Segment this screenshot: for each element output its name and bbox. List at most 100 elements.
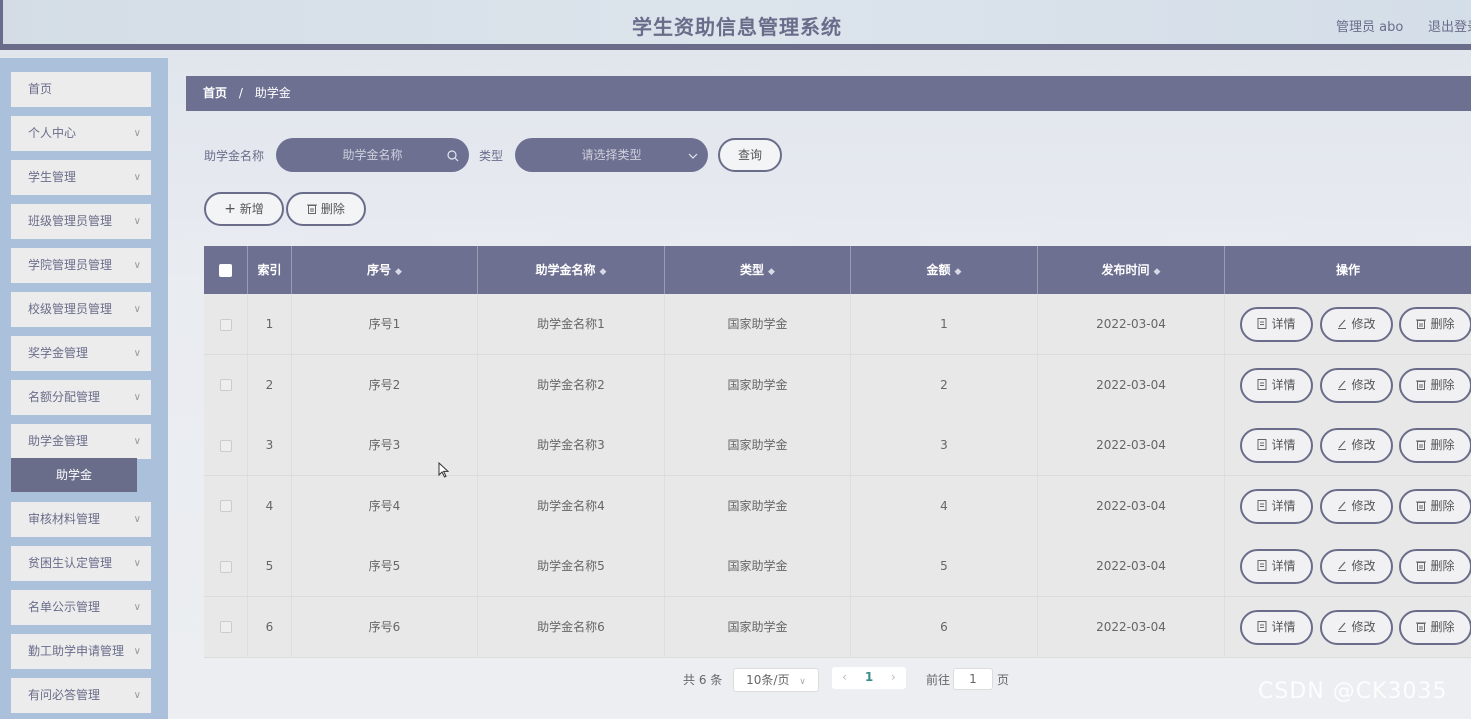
chevron-down-icon: ∨ xyxy=(133,558,141,569)
document-icon xyxy=(1257,317,1267,331)
sidebar-item[interactable]: 助学金管理 ∨ xyxy=(11,424,151,459)
breadcrumb-current: 助学金 xyxy=(254,86,291,100)
row-checkbox[interactable] xyxy=(219,560,232,573)
col-amount[interactable]: 金额 ◆ xyxy=(851,246,1038,294)
cell-amount: 2 xyxy=(851,354,1038,415)
delete-button[interactable]: 删除 xyxy=(1399,549,1471,584)
delete-button[interactable]: 删除 xyxy=(1399,609,1471,645)
edit-button[interactable]: 修改 xyxy=(1320,307,1393,342)
col-name[interactable]: 助学金名称 ◆ xyxy=(478,246,665,294)
edit-button[interactable]: 修改 xyxy=(1320,428,1393,463)
detail-button[interactable]: 详情 xyxy=(1240,488,1313,524)
goto-suffix: 页 xyxy=(997,673,1010,687)
col-index: 索引 xyxy=(248,246,292,294)
cell-seq: 序号6 xyxy=(292,596,478,657)
chevron-down-icon: ∨ xyxy=(133,216,141,227)
prev-page-icon[interactable]: ‹ xyxy=(842,670,847,684)
sidebar-item[interactable]: 名额分配管理 ∨ xyxy=(11,380,151,415)
delete-button-label: 删除 xyxy=(1430,377,1455,392)
sidebar-item-label: 助学金管理 xyxy=(28,434,89,448)
sidebar-item[interactable]: 学生管理 ∨ xyxy=(11,160,151,195)
chevron-down-icon: ∨ xyxy=(133,436,141,447)
breadcrumb-home[interactable]: 首页 xyxy=(203,86,227,100)
sidebar-item[interactable]: 勤工助学申请管理 ∨ xyxy=(11,634,151,669)
sidebar-item[interactable]: 审核材料管理 ∨ xyxy=(11,502,151,537)
current-user: 管理员 abo xyxy=(1336,20,1404,35)
name-search-label: 助学金名称 xyxy=(204,149,265,163)
sidebar-item-label: 奖学金管理 xyxy=(28,346,89,360)
batch-delete-button[interactable]: 删除 xyxy=(286,192,366,226)
edit-button[interactable]: 修改 xyxy=(1320,367,1393,403)
sidebar-item[interactable]: 首页 xyxy=(11,72,151,107)
edit-button-label: 修改 xyxy=(1351,559,1376,573)
sidebar-subitem-active[interactable]: 助学金 xyxy=(11,458,137,492)
sidebar-item[interactable]: 校级管理员管理 ∨ xyxy=(11,292,151,327)
table-row: 6 序号6 助学金名称6 国家助学金 6 2022-03-04 详情 修改 删除 xyxy=(204,596,1471,658)
col-type[interactable]: 类型 ◆ xyxy=(665,246,851,294)
sidebar-item[interactable]: 学院管理员管理 ∨ xyxy=(11,248,151,283)
type-select-label: 类型 xyxy=(479,149,504,163)
detail-button[interactable]: 详情 xyxy=(1240,609,1313,645)
row-checkbox[interactable] xyxy=(219,439,232,452)
col-type-label: 类型 xyxy=(740,263,765,277)
query-button[interactable]: 查询 xyxy=(718,138,782,172)
edit-button[interactable]: 修改 xyxy=(1320,609,1393,645)
trash-icon xyxy=(1416,499,1427,513)
detail-button[interactable]: 详情 xyxy=(1240,549,1313,584)
detail-button[interactable]: 详情 xyxy=(1240,428,1313,463)
edit-button-label: 修改 xyxy=(1351,317,1376,331)
edit-button[interactable]: 修改 xyxy=(1320,549,1393,584)
sidebar-item-label: 名额分配管理 xyxy=(28,390,101,404)
edit-button[interactable]: 修改 xyxy=(1320,488,1393,524)
detail-button[interactable]: 详情 xyxy=(1240,307,1313,342)
add-button[interactable]: + 新增 xyxy=(204,192,284,226)
cell-index: 5 xyxy=(248,536,292,596)
logout-link[interactable]: 退出登录 xyxy=(1428,16,1471,35)
current-page[interactable]: 1 xyxy=(865,670,873,684)
cell-type: 国家助学金 xyxy=(665,475,851,536)
col-seq[interactable]: 序号 ◆ xyxy=(292,246,478,294)
col-date[interactable]: 发布时间 ◆ xyxy=(1038,246,1225,294)
row-select-cell xyxy=(204,536,248,596)
delete-button[interactable]: 删除 xyxy=(1399,307,1471,342)
sidebar-item[interactable]: 奖学金管理 ∨ xyxy=(11,336,151,371)
page-size-select[interactable]: 10条/页 ∨ xyxy=(733,668,819,692)
delete-button[interactable]: 删除 xyxy=(1399,367,1471,403)
mouse-cursor-icon xyxy=(438,461,450,482)
select-all-checkbox[interactable] xyxy=(219,264,232,277)
next-page-icon[interactable]: › xyxy=(891,670,896,684)
row-checkbox[interactable] xyxy=(219,500,232,512)
pencil-icon xyxy=(1337,620,1347,634)
sort-icon: ◆ xyxy=(395,267,402,277)
delete-button-label: 删除 xyxy=(1430,559,1455,573)
row-select-cell xyxy=(204,415,248,475)
cell-date: 2022-03-04 xyxy=(1038,415,1225,475)
row-checkbox[interactable] xyxy=(219,318,232,331)
pencil-icon xyxy=(1337,438,1347,452)
table-row: 5 序号5 助学金名称5 国家助学金 5 2022-03-04 详情 修改 删除 xyxy=(204,536,1471,597)
document-icon xyxy=(1257,499,1267,513)
type-select[interactable]: 请选择类型 xyxy=(515,138,708,172)
cell-seq: 序号2 xyxy=(292,354,478,415)
detail-button-label: 详情 xyxy=(1271,377,1296,392)
delete-button-label: 删除 xyxy=(1430,619,1455,634)
sidebar-item[interactable]: 贫困生认定管理 ∨ xyxy=(11,546,151,581)
type-select-placeholder: 请选择类型 xyxy=(581,148,642,162)
delete-button[interactable]: 删除 xyxy=(1399,488,1471,524)
sidebar-item-label: 班级管理员管理 xyxy=(28,214,113,228)
sidebar-item[interactable]: 有问必答管理 ∨ xyxy=(11,678,151,713)
page-size-value: 10条/页 xyxy=(746,673,790,687)
name-search-input[interactable]: 助学金名称 xyxy=(276,138,469,172)
detail-button-label: 详情 xyxy=(1271,619,1296,634)
sidebar-item[interactable]: 班级管理员管理 ∨ xyxy=(11,204,151,239)
trash-icon xyxy=(307,202,321,216)
row-checkbox[interactable] xyxy=(219,379,232,391)
document-icon xyxy=(1257,438,1267,452)
plus-icon: + xyxy=(224,201,236,217)
goto-page-input[interactable]: 1 xyxy=(953,668,993,690)
row-checkbox[interactable] xyxy=(219,621,232,633)
sidebar-item[interactable]: 个人中心 ∨ xyxy=(11,116,151,151)
detail-button[interactable]: 详情 xyxy=(1240,367,1313,403)
sidebar-item[interactable]: 名单公示管理 ∨ xyxy=(11,590,151,625)
delete-button[interactable]: 删除 xyxy=(1399,428,1471,463)
